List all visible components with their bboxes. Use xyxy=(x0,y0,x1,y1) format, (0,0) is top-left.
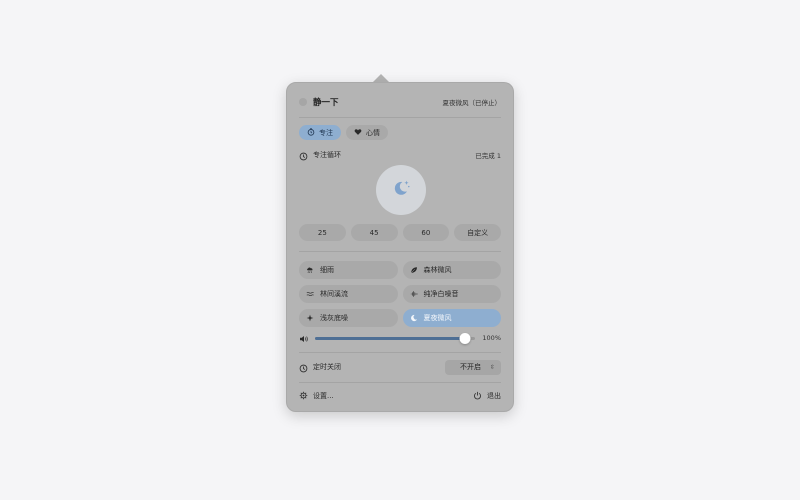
sound-label: 森林微风 xyxy=(423,266,452,274)
cycle-timer-icon xyxy=(299,146,308,165)
sound-forest-stream[interactable]: 林间溪流 xyxy=(299,285,398,303)
focus-cycle-row: 专注循环 已完成 1 xyxy=(299,149,501,161)
tab-focus-label: 专注 xyxy=(319,128,333,137)
tab-mood[interactable]: 心情 xyxy=(346,125,388,140)
duration-presets: 25 45 60 自定义 xyxy=(299,224,501,241)
volume-slider[interactable] xyxy=(315,332,475,344)
volume-slider-handle[interactable] xyxy=(459,332,471,344)
speaker-icon xyxy=(299,329,309,348)
duration-60-button[interactable]: 60 xyxy=(402,224,450,241)
desktop: 静一下 夏夜微风（已停止） 专注 心情 专注循环 已完成 1 25 45 60 … xyxy=(0,0,800,500)
moon-stars-icon xyxy=(390,177,412,203)
volume-slider-fill xyxy=(315,336,466,340)
sound-white-noise[interactable]: 纯净白噪音 xyxy=(402,285,501,303)
heart-icon xyxy=(354,128,362,138)
sound-light-gray-noise[interactable]: 浅灰底噪 xyxy=(299,309,398,327)
volume-row: 100% xyxy=(299,332,501,344)
sleep-timer-select[interactable]: 不开启 ⇳ xyxy=(445,359,501,375)
sparkle-icon xyxy=(306,314,314,322)
gear-icon xyxy=(299,391,308,402)
waves-icon xyxy=(306,290,314,298)
mode-tabs: 专注 心情 xyxy=(299,125,388,140)
divider xyxy=(299,251,501,252)
divider xyxy=(299,117,501,118)
chevron-updown-icon: ⇳ xyxy=(489,363,495,371)
menu-bar-popover: 静一下 夏夜微风（已停止） 专注 心情 专注循环 已完成 1 25 45 60 … xyxy=(286,82,514,412)
popover-footer: 设置... 退出 xyxy=(299,390,501,402)
focus-cycle-label: 专注循环 xyxy=(313,151,341,159)
power-icon xyxy=(473,391,482,402)
completed-count: 已完成 1 xyxy=(475,152,501,160)
moon-icon xyxy=(410,314,418,322)
sleep-timer-label: 定时关闭 xyxy=(313,363,341,371)
sound-summer-night-breeze[interactable]: 夏夜微风 xyxy=(402,309,501,327)
cloud-rain-icon xyxy=(306,266,314,274)
divider xyxy=(299,352,501,353)
settings-label: 设置... xyxy=(313,392,334,400)
tab-focus[interactable]: 专注 xyxy=(299,125,341,140)
sound-label: 细雨 xyxy=(320,266,334,274)
focus-start-button[interactable] xyxy=(376,165,426,215)
volume-percent: 100% xyxy=(482,334,501,342)
quit-label: 退出 xyxy=(487,392,501,400)
tab-mood-label: 心情 xyxy=(366,128,380,137)
timer-icon xyxy=(307,127,315,138)
app-title: 静一下 xyxy=(313,98,339,108)
sleep-timer-icon xyxy=(299,358,308,377)
quit-button[interactable]: 退出 xyxy=(473,391,501,402)
app-status-dot-icon xyxy=(299,98,307,106)
duration-custom-button[interactable]: 自定义 xyxy=(454,224,501,241)
settings-button[interactable]: 设置... xyxy=(299,391,334,402)
divider xyxy=(299,382,501,383)
sound-label: 纯净白噪音 xyxy=(423,290,459,298)
sound-label: 夏夜微风 xyxy=(423,314,452,322)
sound-label: 浅灰底噪 xyxy=(320,314,348,322)
sleep-timer-value: 不开启 xyxy=(459,363,481,371)
leaf-icon xyxy=(410,266,418,274)
popover-header: 静一下 夏夜微风（已停止） xyxy=(299,95,501,109)
duration-25-button[interactable]: 25 xyxy=(299,224,346,241)
sound-grid: 细雨 森林微风 林间溪流 纯净白噪音 浅灰底噪 夏夜微风 xyxy=(299,261,501,327)
sound-light-rain[interactable]: 细雨 xyxy=(299,261,398,279)
duration-45-button[interactable]: 45 xyxy=(350,224,398,241)
sound-label: 林间溪流 xyxy=(320,290,348,298)
sleep-timer-row: 定时关闭 不开启 ⇳ xyxy=(299,359,501,375)
waveform-icon xyxy=(410,290,418,298)
now-playing-status: 夏夜微风（已停止） xyxy=(442,99,502,107)
sound-forest-breeze[interactable]: 森林微风 xyxy=(402,261,501,279)
